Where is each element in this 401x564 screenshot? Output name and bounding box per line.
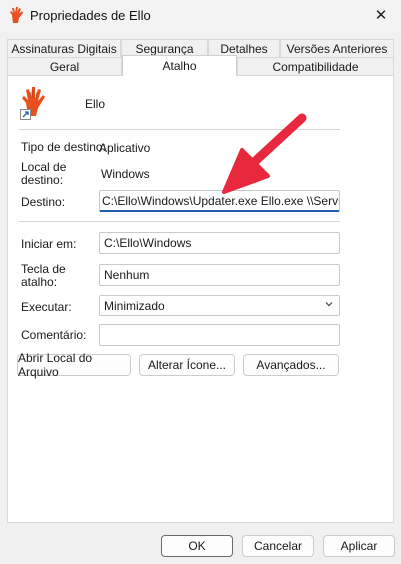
button-label: OK [188,539,206,553]
tab-label: Detalhes [220,41,268,56]
tab-label: Geral [49,59,80,74]
apply-button[interactable]: Aplicar [323,535,395,557]
window-title: Propriedades de Ello [30,8,151,23]
separator [19,221,340,222]
title-bar: Propriedades de Ello ✕ [0,0,401,32]
tab-label: Segurança [135,41,194,56]
target-label: Destino: [21,195,66,209]
hotkey-field[interactable]: Nenhum [99,264,340,286]
run-label: Executar: [21,300,72,314]
target-location-value: Windows [101,167,150,181]
target-type-label: Tipo de destino: [21,140,106,154]
start-in-field-value: C:\Ello\Windows [104,236,192,250]
tab-label: Versões Anteriores [286,41,388,56]
app-hand-icon [10,7,23,23]
start-in-label: Iniciar em: [21,237,77,251]
tab-atalho[interactable]: Atalho [122,55,237,76]
tab-label: Assinaturas Digitais [11,41,117,56]
cancel-button[interactable]: Cancelar [242,535,314,557]
tab-assinaturas-digitais[interactable]: Assinaturas Digitais [7,39,121,57]
hotkey-field-value: Nenhum [104,268,150,282]
hotkey-label: Tecla de atalho: [21,262,66,289]
button-label: Avançados... [256,358,326,372]
advanced-button[interactable]: Avançados... [243,354,339,376]
tab-label: Atalho [162,59,197,73]
tab-label: Compatibilidade [272,59,359,74]
button-label: Aplicar [340,539,378,553]
shortcut-name: Ello [85,97,106,111]
ok-button[interactable]: OK [161,535,233,557]
close-icon: ✕ [374,7,388,24]
change-icon-button[interactable]: Alterar Ícone... [139,354,235,376]
open-file-location-button[interactable]: Abrir Local do Arquivo [17,351,131,379]
start-in-field[interactable]: C:\Ello\Windows [99,232,340,254]
button-label: Abrir Local do Arquivo [18,351,93,379]
tab-geral[interactable]: Geral [7,57,122,75]
chevron-down-icon [325,302,333,307]
target-field[interactable]: C:\Ello\Windows\Updater.exe Ello.exe \\S… [99,190,340,212]
target-location-label: Local de destino: [21,160,67,187]
close-button[interactable]: ✕ [361,0,401,30]
comment-field[interactable] [99,324,340,346]
comment-label: Comentário: [21,328,87,342]
button-label: Cancelar [253,539,303,553]
target-type-value: Aplicativo [99,141,151,155]
tab-versoes-anteriores[interactable]: Versões Anteriores [280,39,394,57]
target-field-value: C:\Ello\Windows\Updater.exe Ello.exe \\S… [102,194,340,208]
tab-compatibilidade[interactable]: Compatibilidade [237,57,394,75]
shortcut-arrow-icon [20,109,31,120]
run-select[interactable]: Minimizado [99,295,340,316]
separator [19,129,340,130]
run-select-value: Minimizado [104,299,165,313]
button-label: Alterar Ícone... [147,358,227,372]
